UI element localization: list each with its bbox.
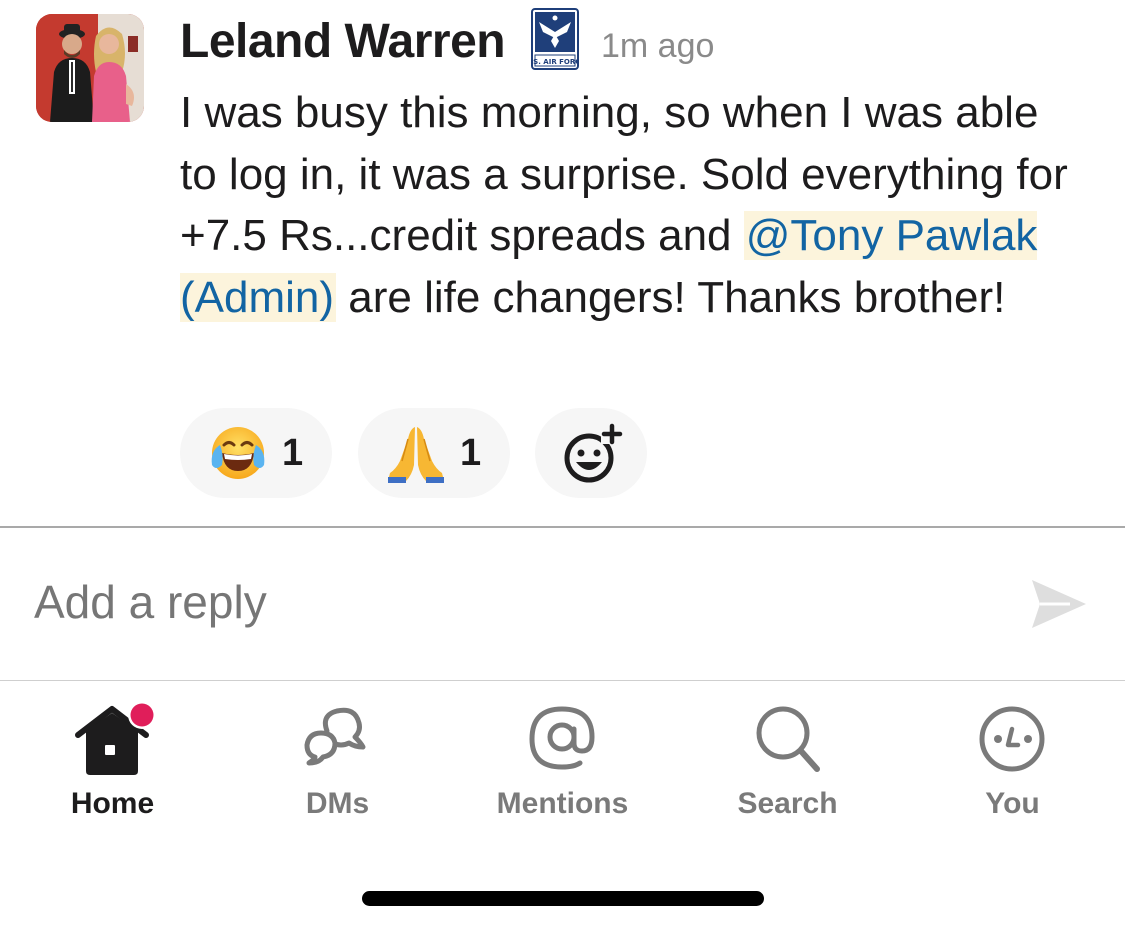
avatar[interactable]	[36, 14, 144, 122]
tab-you[interactable]: You	[900, 681, 1125, 841]
home-icon	[75, 701, 154, 775]
at-icon	[529, 706, 595, 770]
joy-emoji-icon	[211, 427, 265, 479]
dms-icon	[304, 707, 366, 766]
tab-label: Home	[70, 787, 155, 820]
reaction-pray[interactable]: 1	[358, 408, 510, 498]
author-name[interactable]: Leland Warren	[180, 12, 506, 72]
air-force-badge-icon: U.S. AIR FORCE	[525, 8, 585, 70]
tab-bar: Home DMs Mentions Search You	[0, 681, 1125, 841]
tab-label: Search	[737, 787, 838, 820]
home-indicator[interactable]	[362, 891, 764, 906]
reaction-count: 1	[460, 432, 482, 474]
timestamp[interactable]: 1m ago	[601, 24, 714, 68]
message: Leland Warren U.S. AIR FORCE 1m ago I wa…	[0, 0, 1125, 527]
badge-text: U.S. AIR FORCE	[531, 58, 579, 66]
tab-label: DMs	[305, 787, 370, 820]
tab-mentions[interactable]: Mentions	[450, 681, 675, 841]
tab-dms[interactable]: DMs	[225, 681, 450, 841]
tab-label: Mentions	[496, 787, 629, 820]
tab-home[interactable]: Home	[0, 681, 225, 841]
add-reaction-button[interactable]	[535, 408, 647, 498]
reaction-joy[interactable]: 1	[180, 408, 332, 498]
notification-badge	[130, 703, 154, 727]
tab-search[interactable]: Search	[675, 681, 900, 841]
add-reaction-icon	[564, 423, 623, 483]
message-text-after: are life changers! Thanks brother!	[336, 272, 1006, 322]
search-icon	[756, 706, 820, 772]
message-text: I was busy this morning, so when I was a…	[180, 82, 1080, 328]
pray-emoji-icon	[388, 427, 444, 483]
reaction-count: 1	[282, 432, 304, 474]
reply-input[interactable]	[34, 572, 934, 632]
tab-label: You	[985, 787, 1040, 820]
send-icon[interactable]	[1030, 576, 1088, 632]
you-icon	[979, 706, 1045, 772]
reply-bar	[0, 528, 1125, 680]
